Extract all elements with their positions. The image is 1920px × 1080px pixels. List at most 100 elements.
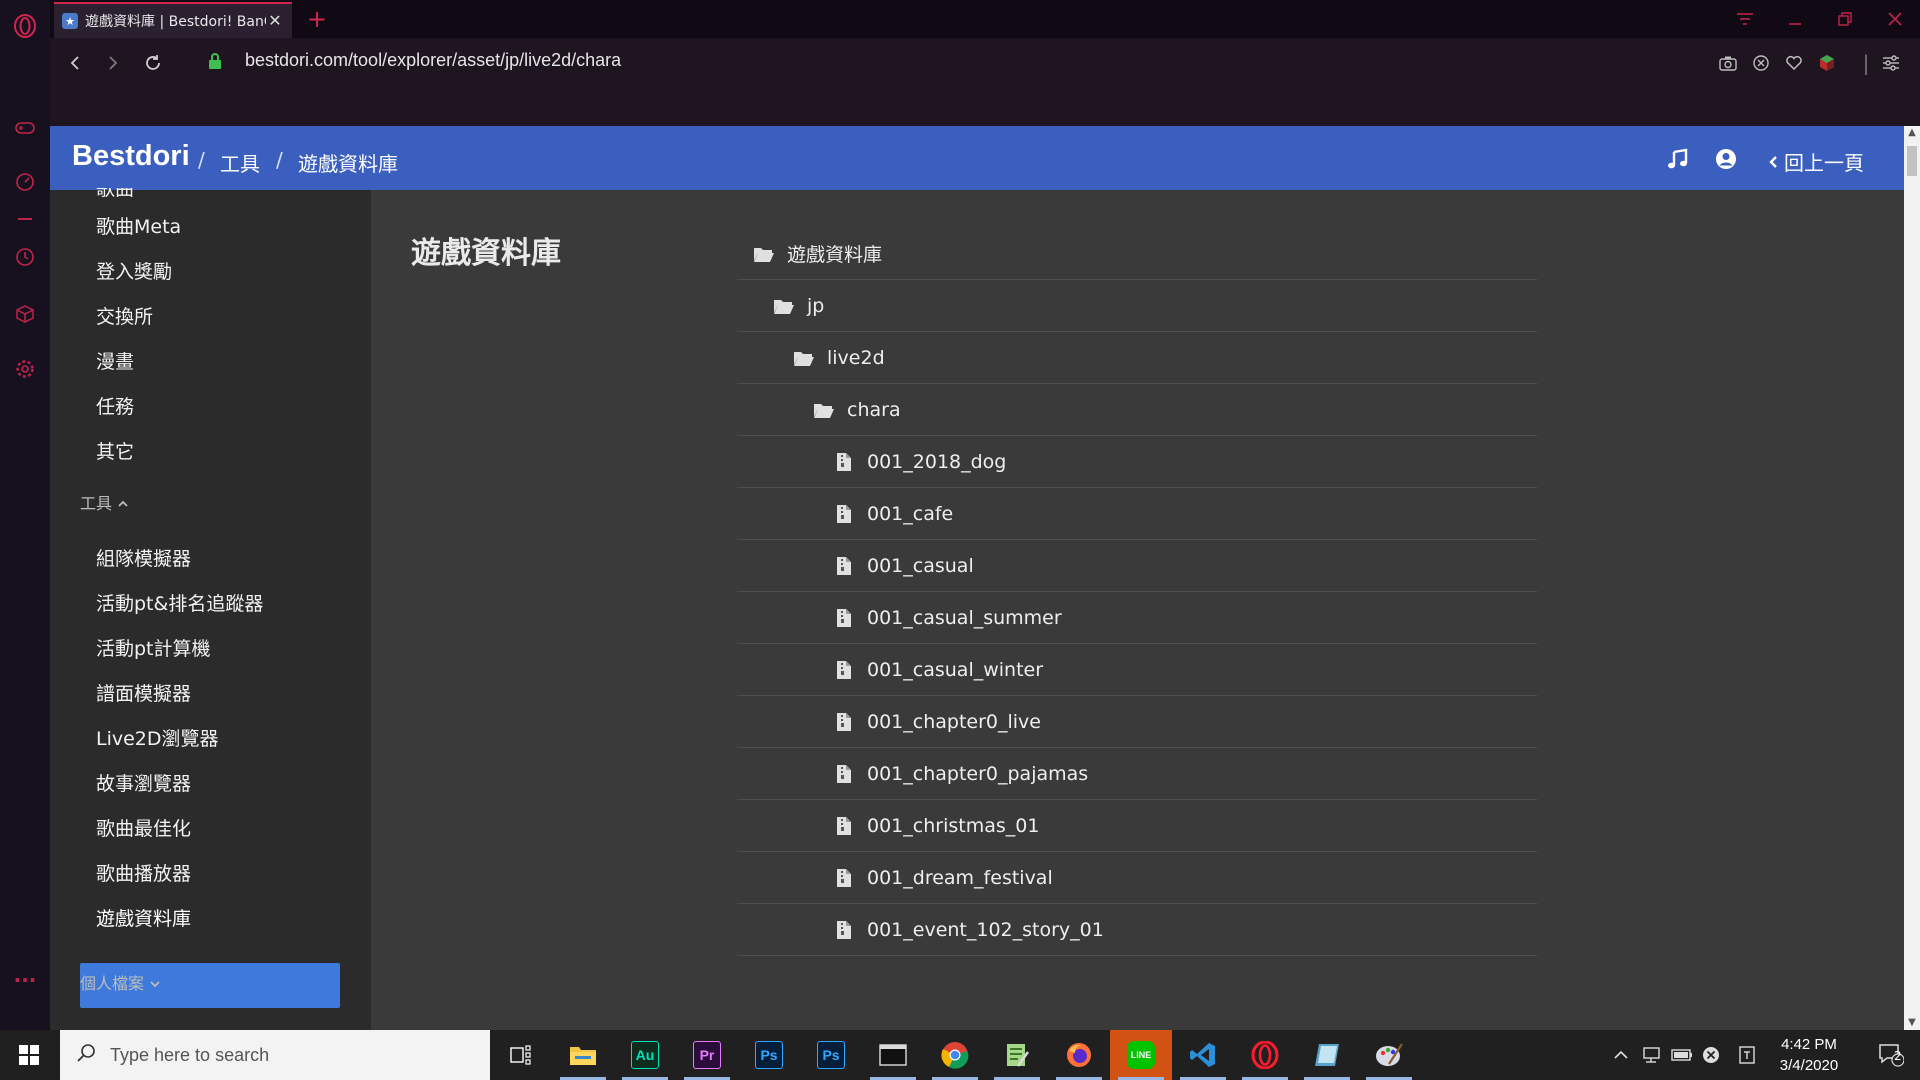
scroll-up-arrow-icon[interactable]: ▲ xyxy=(1904,126,1920,140)
cube-icon[interactable] xyxy=(11,300,39,328)
snapshot-camera-icon[interactable] xyxy=(1715,50,1741,76)
task-view-icon[interactable] xyxy=(490,1030,552,1080)
vscode-icon[interactable] xyxy=(1172,1030,1234,1080)
input-method-icon[interactable] xyxy=(1734,1030,1760,1080)
back-link[interactable]: 回上一頁 xyxy=(1768,147,1864,176)
sidebar-item-others[interactable]: 其它 xyxy=(96,439,134,465)
profile-heading-label: 個人檔案 xyxy=(80,974,145,993)
file-row[interactable]: 001_christmas_01 xyxy=(737,800,1537,852)
tab-title: 遊戲資料庫 | Bestdori! BanG xyxy=(85,14,266,30)
file-label: 001_cafe xyxy=(867,502,954,525)
network-icon[interactable] xyxy=(1637,1030,1665,1080)
photoshop-icon[interactable]: Ps xyxy=(738,1030,800,1080)
settings-gear-icon[interactable] xyxy=(11,355,39,383)
taskbar-search-box[interactable]: Type here to search xyxy=(60,1030,490,1080)
audition-icon[interactable]: Au xyxy=(614,1030,676,1080)
file-row[interactable]: 001_chapter0_live xyxy=(737,696,1537,748)
folder-label: chara xyxy=(847,398,901,421)
restore-icon[interactable] xyxy=(1820,0,1870,38)
easy-setup-icon[interactable] xyxy=(1878,50,1904,76)
action-center-icon[interactable]: 2 xyxy=(1866,1030,1916,1080)
secure-lock-icon[interactable] xyxy=(208,52,222,74)
sidebar-item-comics[interactable]: 漫畫 xyxy=(96,349,134,375)
firefox-icon[interactable] xyxy=(1048,1030,1110,1080)
minimize-icon[interactable] xyxy=(1770,0,1820,38)
music-note-icon[interactable] xyxy=(1665,146,1691,172)
opera-logo-icon[interactable] xyxy=(11,12,39,40)
opera-icon[interactable] xyxy=(1234,1030,1296,1080)
show-hidden-icons-chevron-icon[interactable] xyxy=(1608,1030,1634,1080)
breadcrumb-tools[interactable]: 工具 xyxy=(220,148,260,177)
reload-icon[interactable] xyxy=(138,48,168,78)
file-row[interactable]: 001_chapter0_pajamas xyxy=(737,748,1537,800)
sidebar-section-profile[interactable]: 個人檔案 xyxy=(80,970,160,994)
sidebar-item-song-meta[interactable]: 歌曲Meta xyxy=(96,214,181,240)
sidebar-item-exchange[interactable]: 交換所 xyxy=(96,304,153,330)
url-field[interactable]: bestdori.com/tool/explorer/asset/jp/live… xyxy=(245,50,621,71)
folder-row-live2d[interactable]: live2d xyxy=(737,332,1537,384)
sidebar-item-event-calculator[interactable]: 活動pt計算機 xyxy=(96,636,211,662)
scrollbar-thumb[interactable] xyxy=(1907,146,1917,176)
paint-icon[interactable] xyxy=(1358,1030,1420,1080)
forward-arrow-icon[interactable] xyxy=(98,48,128,78)
file-row[interactable]: 001_casual_winter xyxy=(737,644,1537,696)
close-tab-icon[interactable]: ✕ xyxy=(266,12,284,30)
chevron-up-icon xyxy=(118,493,128,512)
folder-row-jp[interactable]: jp xyxy=(737,280,1537,332)
file-row[interactable]: 001_casual xyxy=(737,540,1537,592)
notification-count-badge: 2 xyxy=(1894,1049,1902,1063)
file-row[interactable]: 001_2018_dog xyxy=(737,436,1537,488)
notepad-icon[interactable] xyxy=(986,1030,1048,1080)
sidebar-item-event-tracker[interactable]: 活動pt&排名追蹤器 xyxy=(96,591,263,617)
sidebar-item-login-bonus[interactable]: 登入獎勵 xyxy=(96,259,172,285)
sidebar-item-story-viewer[interactable]: 故事瀏覽器 xyxy=(96,771,191,797)
taskbar-clock[interactable]: 4:42 PM 3/4/2020 xyxy=(1764,1034,1854,1076)
tab-menu-icon[interactable] xyxy=(1720,0,1770,38)
sidebar-item-team-builder[interactable]: 組隊模擬器 xyxy=(96,546,191,572)
extension-cube-icon[interactable] xyxy=(1814,50,1840,76)
sidebar-item-live2d-viewer[interactable]: Live2D瀏覽器 xyxy=(96,726,219,752)
clock-time: 4:42 PM xyxy=(1781,1036,1837,1053)
speed-dial-icon[interactable] xyxy=(11,168,39,196)
sidebar-item-missions[interactable]: 任務 xyxy=(96,394,134,420)
breadcrumb-explorer[interactable]: 遊戲資料庫 xyxy=(298,148,398,177)
history-icon[interactable] xyxy=(11,243,39,271)
folder-open-icon xyxy=(773,296,795,316)
site-brand[interactable]: Bestdori xyxy=(72,140,190,173)
file-explorer-icon[interactable] xyxy=(552,1030,614,1080)
new-tab-icon[interactable]: + xyxy=(302,4,332,34)
scroll-down-arrow-icon[interactable]: ▼ xyxy=(1904,1016,1920,1030)
file-row[interactable]: 001_cafe xyxy=(737,488,1537,540)
book-icon[interactable] xyxy=(1296,1030,1358,1080)
folder-row-root[interactable]: 遊戲資料庫 xyxy=(737,228,1537,280)
line-icon[interactable]: LINE xyxy=(1110,1030,1172,1080)
browser-tab[interactable]: ★ 遊戲資料庫 | Bestdori! BanG ✕ xyxy=(54,2,292,38)
adblock-icon[interactable] xyxy=(1748,50,1774,76)
close-window-icon[interactable] xyxy=(1870,0,1920,38)
terminal-icon[interactable] xyxy=(862,1030,924,1080)
user-account-icon[interactable] xyxy=(1713,146,1739,172)
file-row[interactable]: 001_event_102_story_01 xyxy=(737,904,1537,956)
gamepad-icon[interactable] xyxy=(11,114,39,142)
file-row[interactable]: 001_dream_festival xyxy=(737,852,1537,904)
sidebar-item-chart-simulator[interactable]: 譜面模擬器 xyxy=(96,681,191,707)
heart-bookmark-icon[interactable] xyxy=(1781,50,1807,76)
chrome-icon[interactable] xyxy=(924,1030,986,1080)
premiere-icon[interactable]: Pr xyxy=(676,1030,738,1080)
web-page: Bestdori / 工具 / 遊戲資料庫 回上一頁 歌曲 歌曲Meta 登入獎… xyxy=(50,126,1904,1030)
folder-row-chara[interactable]: chara xyxy=(737,384,1537,436)
sidebar-section-tools[interactable]: 工具 xyxy=(80,490,128,514)
page-scrollbar[interactable]: ▲ ▼ xyxy=(1904,126,1920,1030)
back-arrow-icon[interactable] xyxy=(60,48,90,78)
more-dots-icon[interactable]: ··· xyxy=(11,966,39,994)
windows-start-icon[interactable] xyxy=(0,1030,58,1080)
sidebar-item-asset-explorer[interactable]: 遊戲資料庫 xyxy=(96,906,191,932)
sidebar-item-song-optimizer[interactable]: 歌曲最佳化 xyxy=(96,816,191,842)
file-row[interactable]: 001_casual_summer xyxy=(737,592,1537,644)
photoshop-icon-2[interactable]: Ps xyxy=(800,1030,862,1080)
sidebar-item-song-player[interactable]: 歌曲播放器 xyxy=(96,861,191,887)
file-archive-icon xyxy=(833,816,855,836)
volume-muted-icon[interactable] xyxy=(1698,1030,1724,1080)
battery-icon[interactable] xyxy=(1668,1030,1696,1080)
toolbar-divider: | xyxy=(1862,51,1870,75)
